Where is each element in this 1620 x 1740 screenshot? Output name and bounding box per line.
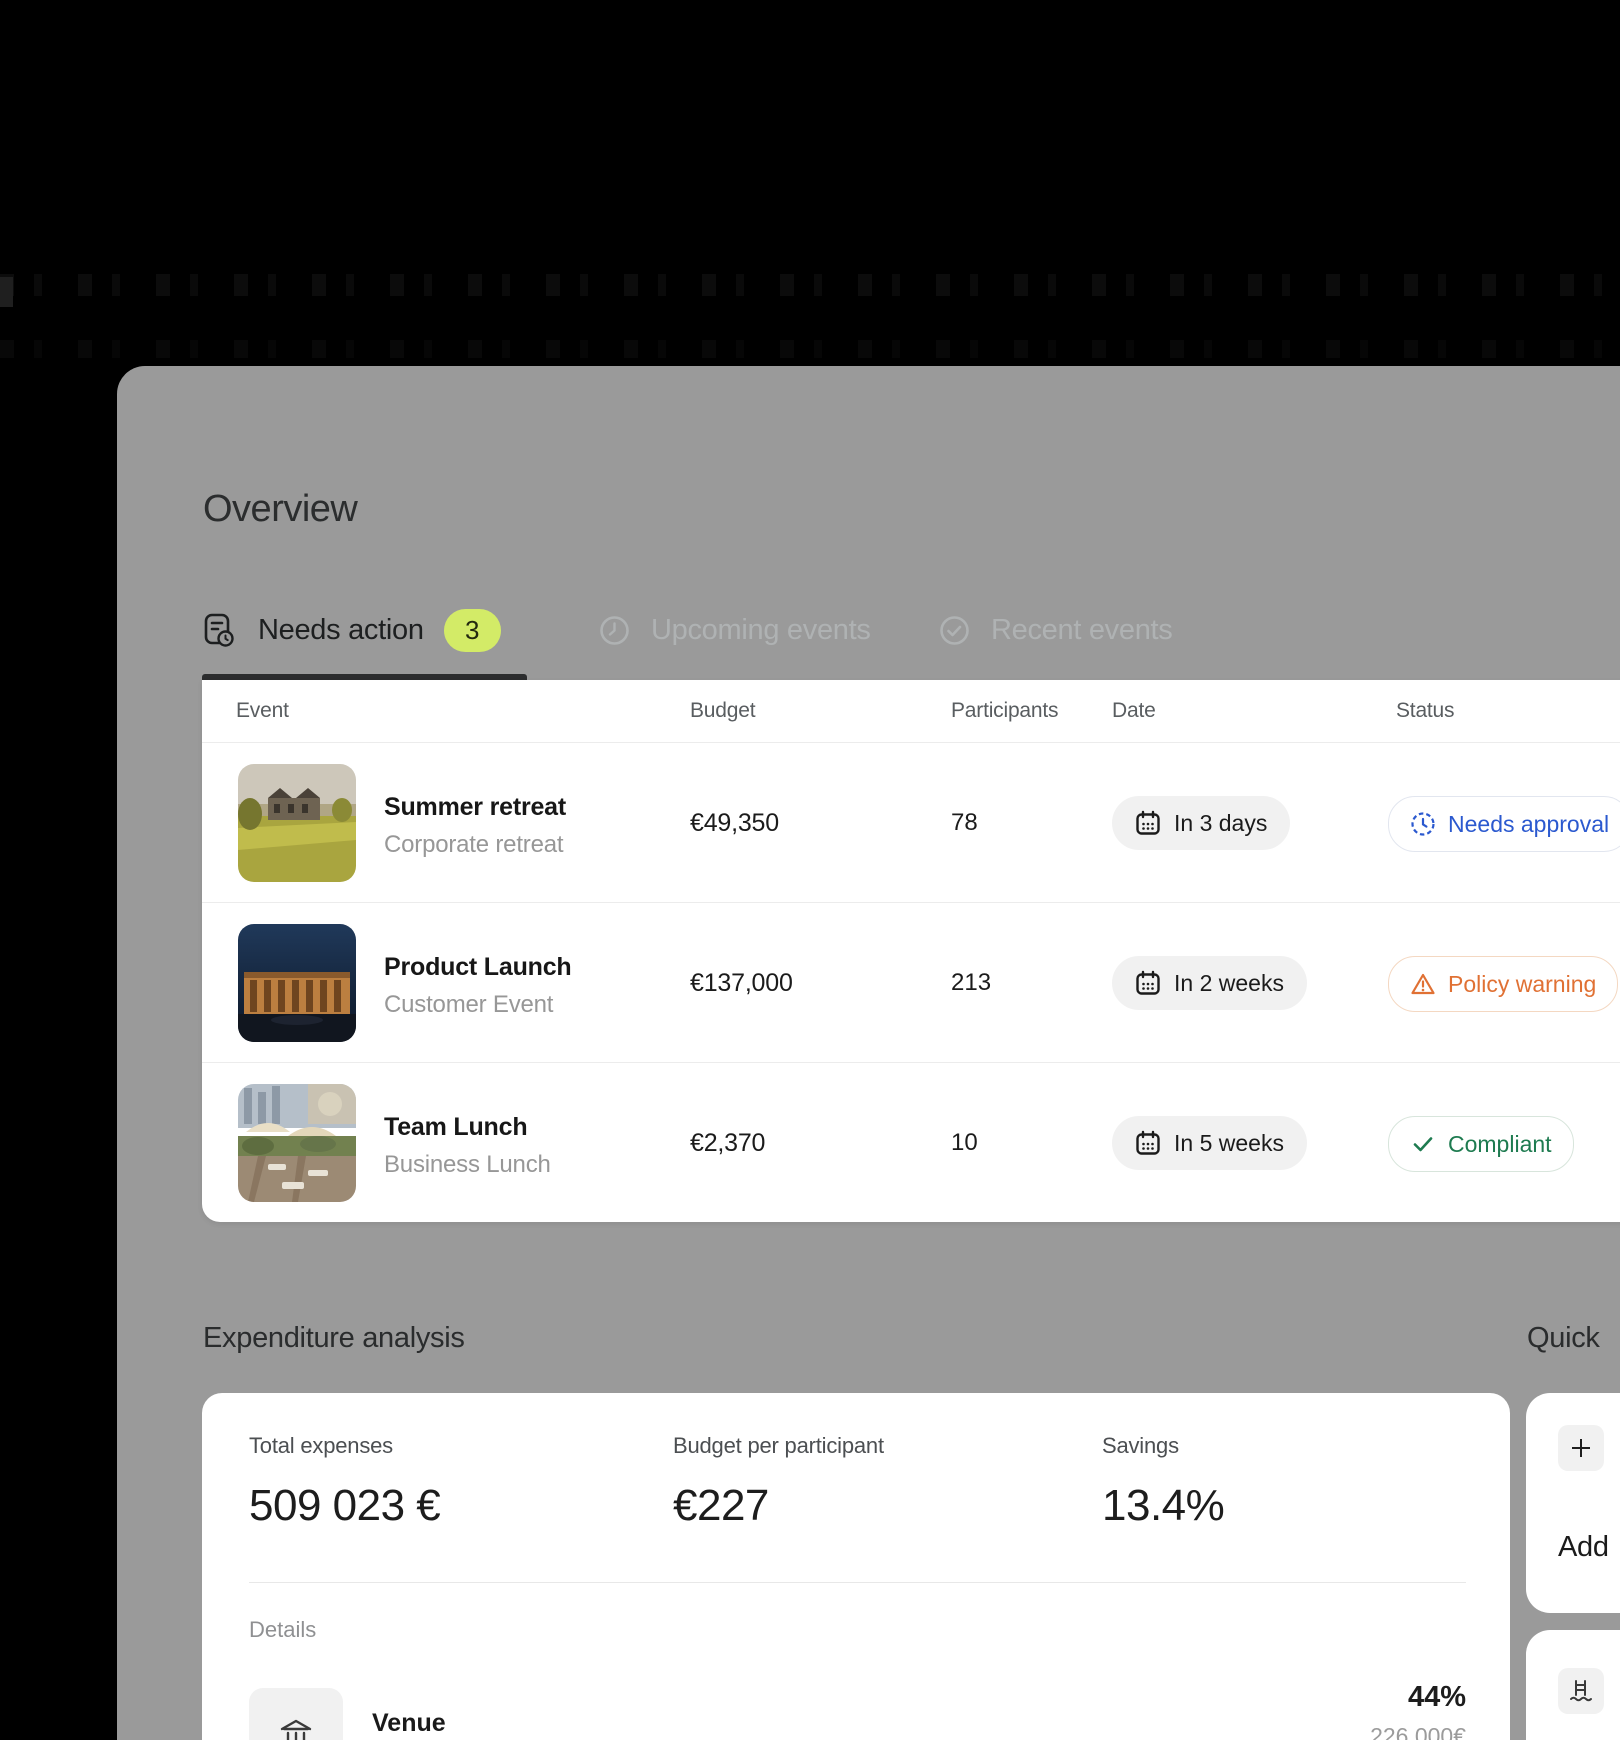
stat-value-total-expenses: 509 023 € — [249, 1481, 440, 1531]
event-budget: €49,350 — [690, 809, 779, 838]
tab-label: Upcoming events — [651, 614, 871, 647]
column-header-date: Date — [1112, 699, 1156, 723]
detail-row-venue[interactable]: Venue 44% 226 000€ — [202, 1681, 1510, 1740]
event-date-chip: In 2 weeks — [1112, 956, 1307, 1010]
background-texture — [0, 274, 1620, 296]
event-title: Team Lunch — [384, 1113, 551, 1142]
event-participants: 78 — [951, 809, 978, 837]
detail-percent: 44% — [1408, 1681, 1466, 1714]
status-badge-policy-warning: Policy warning — [1388, 956, 1618, 1012]
tab-label: Recent events — [991, 614, 1173, 647]
screenshot-canvas: Overview Needs action 3 Upcoming events — [0, 0, 1620, 1740]
event-participants: 10 — [951, 1129, 978, 1157]
event-budget: €2,370 — [690, 1129, 765, 1158]
check-circle-icon — [938, 614, 971, 647]
event-thumbnail-terrace-restaurant — [238, 1084, 356, 1202]
stat-label-budget-per-participant: Budget per participant — [673, 1433, 884, 1459]
quick-action-pool-card[interactable] — [1526, 1630, 1620, 1740]
page-title: Overview — [203, 488, 357, 531]
needs-action-count-badge: 3 — [444, 609, 501, 652]
calendar-icon — [1135, 810, 1161, 837]
status-label: Policy warning — [1448, 971, 1596, 998]
column-header-status: Status — [1396, 699, 1454, 723]
expenditure-analysis-title: Expenditure analysis — [203, 1322, 465, 1355]
table-row-product-launch[interactable]: Product Launch Customer Event €137,000 2… — [202, 903, 1620, 1063]
event-title: Summer retreat — [384, 793, 566, 822]
event-thumbnail-countryside-manor — [238, 764, 356, 882]
pending-clock-icon — [1410, 811, 1436, 837]
column-header-participants: Participants — [951, 699, 1058, 723]
needs-action-table: Event Budget Participants Date Status — [202, 680, 1620, 1222]
add-label: Add — [1558, 1531, 1609, 1564]
tab-upcoming-events[interactable]: Upcoming events — [598, 604, 871, 656]
event-title: Product Launch — [384, 953, 571, 982]
event-date: In 5 weeks — [1174, 1130, 1284, 1157]
stat-label-total-expenses: Total expenses — [249, 1433, 440, 1459]
event-subtitle: Corporate retreat — [384, 831, 566, 859]
stat-value-budget-per-participant: €227 — [673, 1481, 884, 1531]
event-budget: €137,000 — [690, 969, 793, 998]
venue-icon-box — [249, 1688, 343, 1740]
warning-triangle-icon — [1410, 971, 1436, 997]
status-label: Compliant — [1448, 1131, 1552, 1158]
stat-value-savings: 13.4% — [1102, 1481, 1224, 1531]
checkmark-icon — [1410, 1131, 1436, 1157]
event-subtitle: Customer Event — [384, 991, 571, 1019]
column-header-budget: Budget — [690, 699, 755, 723]
status-label: Needs approval — [1448, 811, 1609, 838]
event-date-chip: In 5 weeks — [1112, 1116, 1307, 1170]
detail-name: Venue — [372, 1709, 446, 1738]
quick-actions-title: Quick — [1527, 1322, 1600, 1355]
tab-recent-events[interactable]: Recent events — [938, 604, 1173, 656]
event-subtitle: Business Lunch — [384, 1151, 551, 1179]
pool-ladder-icon — [1567, 1677, 1595, 1705]
event-date: In 3 days — [1174, 810, 1267, 837]
status-badge-compliant: Compliant — [1388, 1116, 1574, 1172]
tab-label: Needs action — [258, 614, 424, 647]
event-participants: 213 — [951, 969, 991, 997]
quick-action-add-card[interactable]: Add — [1526, 1393, 1620, 1613]
details-label: Details — [249, 1617, 316, 1643]
status-badge-needs-approval: Needs approval — [1388, 796, 1620, 852]
table-row-team-lunch[interactable]: Team Lunch Business Lunch €2,370 10 In 5… — [202, 1063, 1620, 1222]
plus-icon — [1567, 1434, 1595, 1462]
table-row-summer-retreat[interactable]: Summer retreat Corporate retreat €49,350… — [202, 743, 1620, 903]
plus-icon-box — [1558, 1425, 1604, 1471]
divider — [249, 1582, 1466, 1583]
venue-building-icon — [276, 1715, 316, 1740]
stat-label-savings: Savings — [1102, 1433, 1224, 1459]
tab-needs-action[interactable]: Needs action 3 — [202, 604, 501, 656]
background-texture — [0, 340, 1620, 358]
column-header-event: Event — [236, 699, 289, 723]
event-thumbnail-night-building — [238, 924, 356, 1042]
detail-amount: 226 000€ — [1370, 1723, 1466, 1740]
document-clock-icon — [202, 612, 236, 648]
pool-ladder-icon-box — [1558, 1668, 1604, 1714]
event-date-chip: In 3 days — [1112, 796, 1290, 850]
clock-icon — [598, 614, 631, 647]
expenditure-analysis-card: Total expenses 509 023 € Budget per part… — [202, 1393, 1510, 1740]
calendar-icon — [1135, 970, 1161, 997]
background-texture — [0, 277, 13, 307]
event-date: In 2 weeks — [1174, 970, 1284, 997]
table-header: Event Budget Participants Date Status — [202, 680, 1620, 743]
calendar-icon — [1135, 1130, 1161, 1157]
